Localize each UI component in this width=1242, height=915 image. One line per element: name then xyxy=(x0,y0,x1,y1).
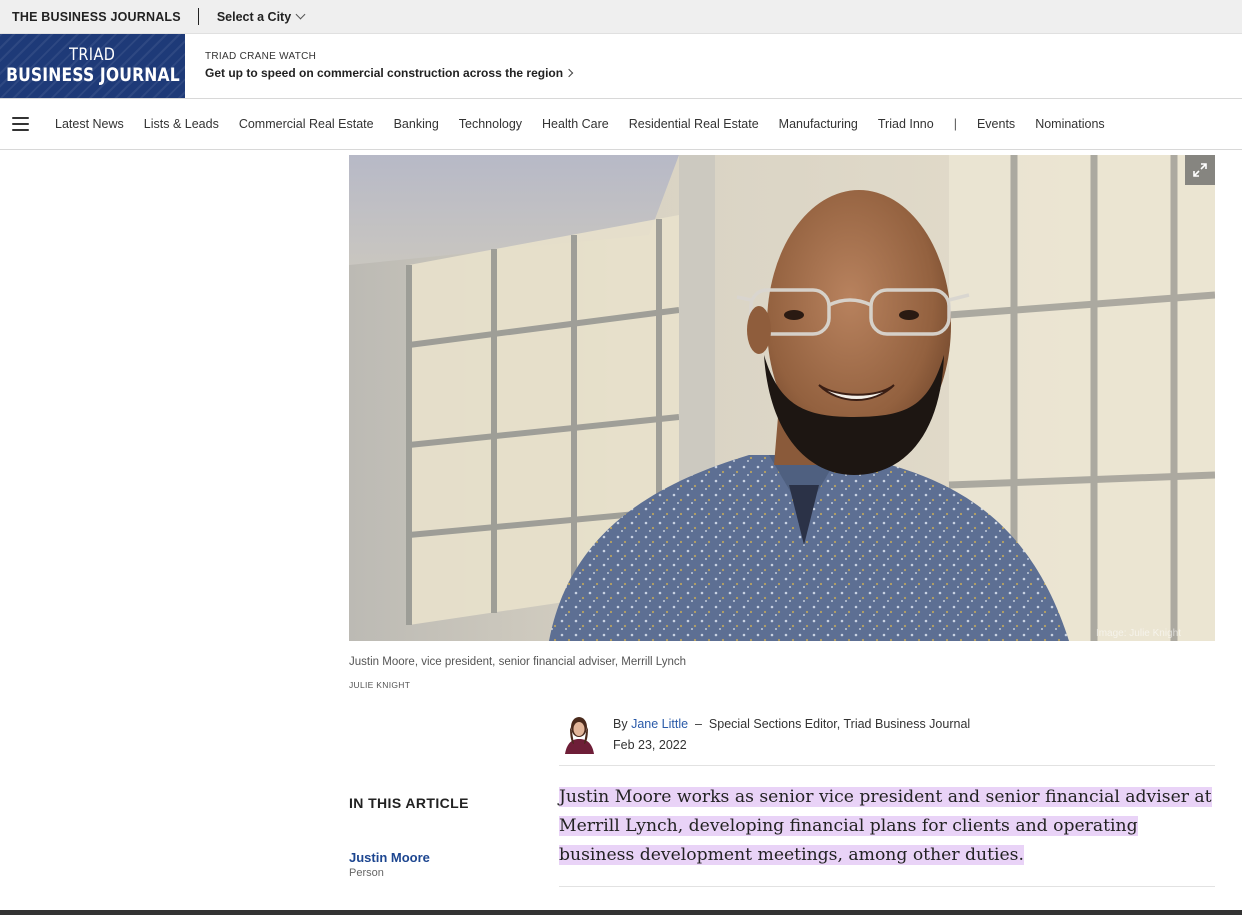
hero-photo[interactable]: Image: Julie Knight xyxy=(349,155,1215,641)
nav-health-care[interactable]: Health Care xyxy=(542,117,609,131)
network-brand[interactable]: THE BUSINESS JOURNALS xyxy=(12,10,181,24)
nav-lists-leads[interactable]: Lists & Leads xyxy=(144,117,219,131)
top-strip: THE BUSINESS JOURNALS Select a City xyxy=(0,0,1242,34)
article-divider xyxy=(559,886,1215,887)
nav-manufacturing[interactable]: Manufacturing xyxy=(779,117,858,131)
footer-edge xyxy=(0,910,1242,915)
nav-latest-news[interactable]: Latest News xyxy=(55,117,124,131)
nav-triad-inno[interactable]: Triad Inno xyxy=(878,117,934,131)
expand-icon[interactable] xyxy=(1185,155,1215,185)
menu-icon[interactable] xyxy=(12,117,29,131)
city-select-label: Select a City xyxy=(216,9,292,24)
byline: By Jane Little – Special Sections Editor… xyxy=(559,709,1215,766)
nav-events[interactable]: Events xyxy=(977,117,1015,131)
logo-line-1: TRIAD xyxy=(69,45,116,65)
promo-headline-text: Get up to speed on commercial constructi… xyxy=(205,66,564,80)
masthead: TRIAD BUSINESS JOURNAL TRIAD CRANE WATCH… xyxy=(0,34,1242,99)
nav-nominations[interactable]: Nominations xyxy=(1035,117,1104,131)
promo-block: TRIAD CRANE WATCH Get up to speed on com… xyxy=(205,51,574,80)
triad-business-journal-logo[interactable]: TRIAD BUSINESS JOURNAL xyxy=(0,34,185,98)
publish-date: Feb 23, 2022 xyxy=(613,738,687,752)
promo-kicker: TRIAD CRANE WATCH xyxy=(205,51,317,62)
entity-type: Person xyxy=(349,867,384,879)
article-lead: Justin Moore works as senior vice presid… xyxy=(559,783,1215,870)
portrait-photo xyxy=(349,155,1215,641)
nav-technology[interactable]: Technology xyxy=(459,117,522,131)
byline-dash: – xyxy=(695,717,702,731)
photo-caption: Justin Moore, vice president, senior fin… xyxy=(349,656,687,668)
article-lead-text: Justin Moore works as senior vice presid… xyxy=(559,787,1212,865)
main-nav: Latest News Lists & Leads Commercial Rea… xyxy=(0,99,1242,150)
city-select[interactable]: Select a City xyxy=(216,9,306,24)
chevron-right-icon xyxy=(564,68,574,78)
chevron-down-icon xyxy=(295,9,306,20)
author-link[interactable]: Jane Little xyxy=(631,717,688,731)
author-role: Special Sections Editor, Triad Business … xyxy=(708,717,971,731)
logo-line-2: BUSINESS JOURNAL xyxy=(5,64,180,86)
image-credit-overlay: Image: Julie Knight xyxy=(1095,628,1181,639)
in-this-article-heading: IN THIS ARTICLE xyxy=(349,795,469,811)
author-avatar[interactable] xyxy=(559,712,599,754)
nav-residential-real-estate[interactable]: Residential Real Estate xyxy=(629,117,759,131)
nav-commercial-real-estate[interactable]: Commercial Real Estate xyxy=(239,117,374,131)
byline-text: By Jane Little – Special Sections Editor… xyxy=(613,717,970,731)
promo-headline-link[interactable]: Get up to speed on commercial constructi… xyxy=(205,66,574,80)
photo-credit: JULIE KNIGHT xyxy=(349,680,411,690)
nav-banking[interactable]: Banking xyxy=(394,117,439,131)
topbar-divider xyxy=(197,8,199,25)
nav-divider: | xyxy=(953,117,957,131)
byline-prefix: By xyxy=(613,717,628,731)
entity-link[interactable]: Justin Moore xyxy=(349,850,430,865)
